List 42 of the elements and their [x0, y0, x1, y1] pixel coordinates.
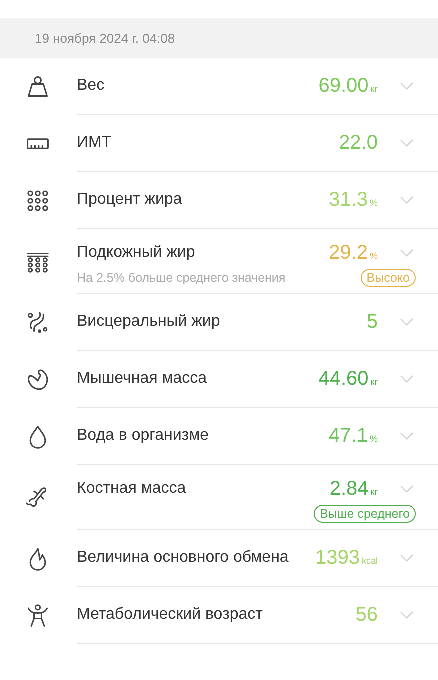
- metric-value: 29.2: [329, 242, 368, 264]
- chevron-down-icon[interactable]: [400, 318, 414, 326]
- status-badge: Высоко: [360, 269, 416, 287]
- unit-label: %: [370, 434, 378, 444]
- chevron-down-icon[interactable]: [400, 432, 414, 440]
- metric-label: ИМТ: [77, 133, 113, 153]
- metric-label: Подкожный жир: [77, 243, 196, 263]
- chevron-down-icon[interactable]: [400, 138, 414, 148]
- chevron-down-icon[interactable]: [400, 374, 414, 384]
- chevron-down-icon[interactable]: [400, 196, 414, 204]
- metric-label: Величина основного обмена: [77, 548, 290, 568]
- unit-label: кг: [370, 486, 378, 496]
- metric-label: Костная масса: [77, 479, 188, 499]
- metric-value: 2.84: [330, 478, 369, 500]
- metric-value: 22.0: [339, 132, 378, 154]
- unit-label: kcal: [362, 556, 378, 566]
- metric-label: Висцеральный жир: [77, 312, 222, 332]
- metric-label: Процент жира: [77, 190, 184, 210]
- unit-label: кг: [370, 84, 378, 94]
- metric-value: 47.1: [329, 424, 368, 448]
- chevron-down-icon[interactable]: [400, 610, 414, 620]
- metric-label: Метаболический возраст: [77, 605, 264, 625]
- metric-value: 1393: [315, 546, 360, 570]
- unit-label: кг: [370, 376, 378, 386]
- metric-value: 31.3: [329, 188, 368, 212]
- unit-label: %: [370, 198, 378, 208]
- metric-label: Мышечная масса: [77, 369, 208, 389]
- metric-label: Вода в организме: [77, 426, 210, 446]
- metric-label: Вес: [77, 76, 106, 96]
- metric-value: 69.00: [318, 74, 369, 98]
- measurement-date: 19 ноября 2024 г. 04:08: [35, 30, 176, 46]
- status-badge: Выше среднего: [314, 505, 416, 523]
- metric-value: 56: [356, 604, 378, 626]
- unit-label: %: [370, 250, 378, 260]
- note-text: На 2.5% больше среднего значения: [77, 271, 286, 285]
- chevron-down-icon[interactable]: [400, 554, 414, 562]
- chevron-down-icon[interactable]: [400, 82, 414, 90]
- metric-value: 5: [366, 310, 378, 334]
- metric-value: 44.60: [318, 368, 369, 390]
- chevron-down-icon[interactable]: [400, 248, 414, 258]
- dots-icon: [24, 188, 50, 214]
- chevron-down-icon[interactable]: [400, 484, 414, 494]
